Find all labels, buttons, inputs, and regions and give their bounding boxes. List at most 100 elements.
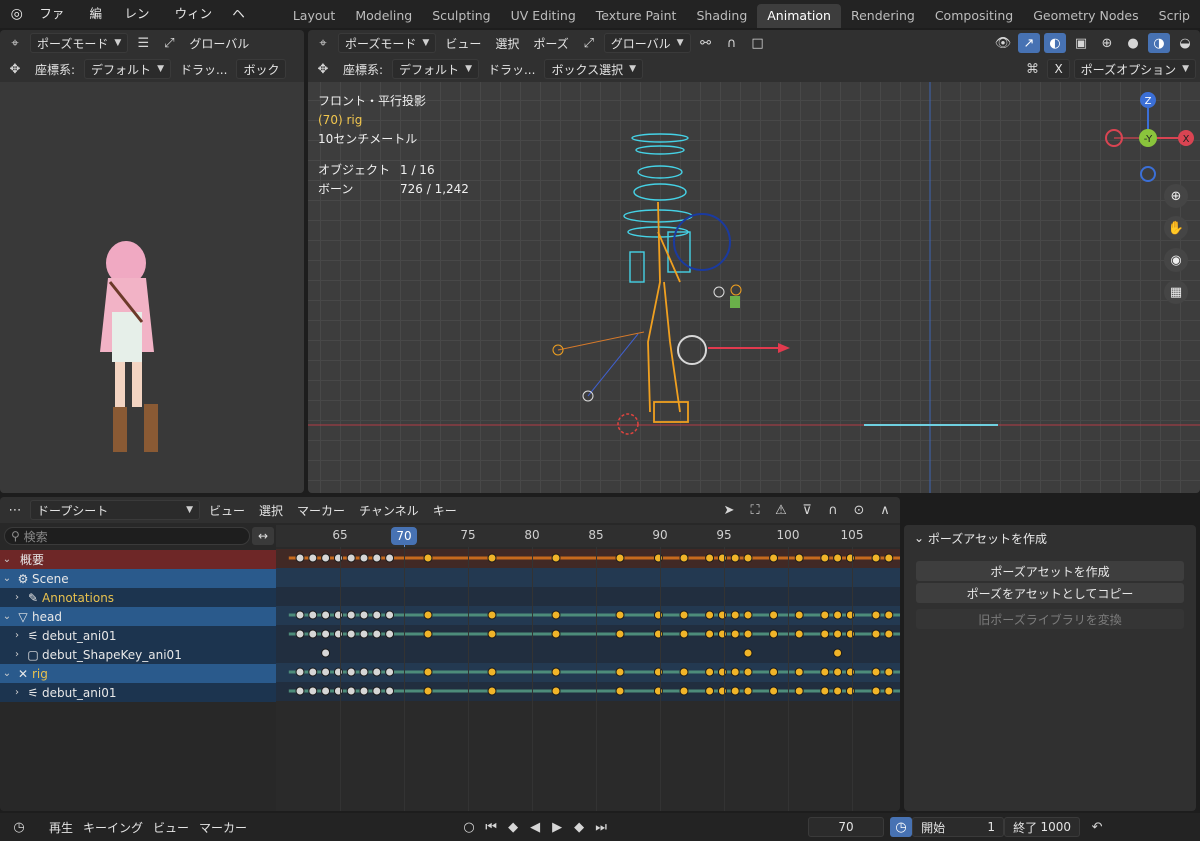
keyframe[interactable] xyxy=(833,553,843,563)
keyframe[interactable] xyxy=(705,553,715,563)
menu-key[interactable]: キー xyxy=(428,502,462,519)
keyframe[interactable] xyxy=(705,667,715,677)
snap-icon[interactable]: ∩ xyxy=(822,500,844,520)
warning-icon[interactable]: ⚠ xyxy=(770,500,792,520)
rendered-shading-icon[interactable]: ◒ xyxy=(1174,33,1196,53)
keyframe[interactable] xyxy=(705,610,715,620)
keyframe[interactable] xyxy=(845,686,855,696)
keyframe[interactable] xyxy=(359,686,369,696)
navigation-gizmo[interactable]: Z X -Y xyxy=(1100,90,1196,182)
keyframe[interactable] xyxy=(385,629,395,639)
record-icon[interactable]: ○ xyxy=(458,817,480,837)
keyframe[interactable] xyxy=(295,610,305,620)
keyframe[interactable] xyxy=(679,686,689,696)
keyframe[interactable] xyxy=(423,667,433,677)
keyframe[interactable] xyxy=(730,667,740,677)
editor-type-icon[interactable]: ⋯ xyxy=(4,500,26,520)
tab-modeling[interactable]: Modeling xyxy=(345,4,422,28)
start-frame-field[interactable]: 開始 1 xyxy=(912,817,1005,837)
orientation-dropdown[interactable]: グローバル ▼ xyxy=(603,33,691,53)
keyframe[interactable] xyxy=(794,629,804,639)
keyframe[interactable] xyxy=(820,667,830,677)
keyframe[interactable] xyxy=(794,667,804,677)
camera-view-canvas[interactable] xyxy=(0,82,304,493)
collapse-icon[interactable]: ⌄ xyxy=(0,668,14,679)
curve-icon[interactable]: ∧ xyxy=(874,500,896,520)
keyframe[interactable] xyxy=(794,553,804,563)
tab-sculpting[interactable]: Sculpting xyxy=(422,4,500,28)
gizmo-neg-z-handle[interactable] xyxy=(1140,166,1156,182)
keyframe[interactable] xyxy=(743,629,753,639)
copy-pose-as-asset-button[interactable]: ポーズをアセットとしてコピー xyxy=(916,583,1184,603)
channel-annotations[interactable]: › ✎ Annotations xyxy=(0,588,276,607)
keyframe[interactable] xyxy=(551,553,561,563)
clock-icon[interactable]: ◷ xyxy=(8,817,30,837)
keyframe[interactable] xyxy=(372,686,382,696)
menu-file[interactable]: ファイル xyxy=(29,0,79,49)
perspective-grid-icon[interactable]: ▦ xyxy=(1164,280,1188,304)
collapse-icon[interactable]: ⌄ xyxy=(0,554,14,565)
keyframe[interactable] xyxy=(730,553,740,563)
orientation-label[interactable]: グローバル xyxy=(184,35,254,52)
keyframe[interactable] xyxy=(372,667,382,677)
keyframe[interactable] xyxy=(423,629,433,639)
channel-rig[interactable]: ⌄ ✕ rig xyxy=(0,664,276,683)
keyframe[interactable] xyxy=(653,667,663,677)
keyframe[interactable] xyxy=(717,629,727,639)
keyframe[interactable] xyxy=(321,667,331,677)
keyframe[interactable] xyxy=(615,667,625,677)
keyframe[interactable] xyxy=(487,686,497,696)
keyframe[interactable] xyxy=(820,610,830,620)
keyframe[interactable] xyxy=(615,553,625,563)
keyframe[interactable] xyxy=(871,686,881,696)
play-icon[interactable]: ▶ xyxy=(546,817,568,837)
pan-hand-icon[interactable]: ✋ xyxy=(1164,216,1188,240)
keyframe[interactable] xyxy=(346,686,356,696)
keyframe[interactable] xyxy=(743,667,753,677)
keyframe[interactable] xyxy=(551,629,561,639)
menu-help[interactable]: ヘルプ xyxy=(222,0,265,77)
proportional-icon[interactable]: ⊙ xyxy=(848,500,870,520)
keyframe[interactable] xyxy=(871,667,881,677)
keyframe[interactable] xyxy=(372,553,382,563)
tab-scripting[interactable]: Scrip xyxy=(1149,4,1200,28)
transform-orientation-icon[interactable]: ⤢ xyxy=(578,33,600,53)
channel-shapekey-action[interactable]: › ▢ debut_ShapeKey_ani01 xyxy=(0,645,276,664)
box-select-dropdown[interactable]: ボックス選択 ▼ xyxy=(544,59,643,79)
keyframe[interactable] xyxy=(385,553,395,563)
keyframe[interactable] xyxy=(845,553,855,563)
keyframe[interactable] xyxy=(333,667,343,677)
create-pose-asset-button[interactable]: ポーズアセットを作成 xyxy=(916,561,1184,581)
keyframe[interactable] xyxy=(615,629,625,639)
solid-shading-icon[interactable]: ● xyxy=(1122,33,1144,53)
keyframe[interactable] xyxy=(833,686,843,696)
keyframe[interactable] xyxy=(653,686,663,696)
camera-icon[interactable]: ◉ xyxy=(1164,248,1188,272)
keyframe[interactable] xyxy=(820,686,830,696)
keyframe[interactable] xyxy=(551,686,561,696)
filter-icon[interactable]: ⊽ xyxy=(796,500,818,520)
collapse-icon[interactable]: ⌄ xyxy=(0,573,14,584)
keyframe[interactable] xyxy=(845,610,855,620)
keyframe[interactable] xyxy=(653,610,663,620)
keyframe[interactable] xyxy=(346,629,356,639)
prev-keyframe-icon[interactable]: ◆ xyxy=(502,817,524,837)
keyframe[interactable] xyxy=(321,553,331,563)
keyframe[interactable] xyxy=(743,686,753,696)
keyframe[interactable] xyxy=(423,610,433,620)
keyframe[interactable] xyxy=(884,667,894,677)
hamburger-icon[interactable]: ☰ xyxy=(132,33,154,53)
keyframes-layer[interactable] xyxy=(276,525,900,811)
keyframe[interactable] xyxy=(884,629,894,639)
channel-summary[interactable]: ⌄ 概要 xyxy=(0,550,276,569)
proportional-icon[interactable]: □ xyxy=(747,33,769,53)
keyframe[interactable] xyxy=(295,667,305,677)
move-tool-icon[interactable]: ✥ xyxy=(312,59,334,79)
gizmo-toggle-icon[interactable]: ↗ xyxy=(1018,33,1040,53)
keyframe[interactable] xyxy=(295,629,305,639)
channel-scene[interactable]: ⌄ ⚙ Scene xyxy=(0,569,276,588)
keyframe[interactable] xyxy=(346,610,356,620)
keyframe[interactable] xyxy=(884,686,894,696)
tab-geometry-nodes[interactable]: Geometry Nodes xyxy=(1023,4,1148,28)
channel-search-input[interactable]: ⚲ 検索 xyxy=(4,527,250,545)
